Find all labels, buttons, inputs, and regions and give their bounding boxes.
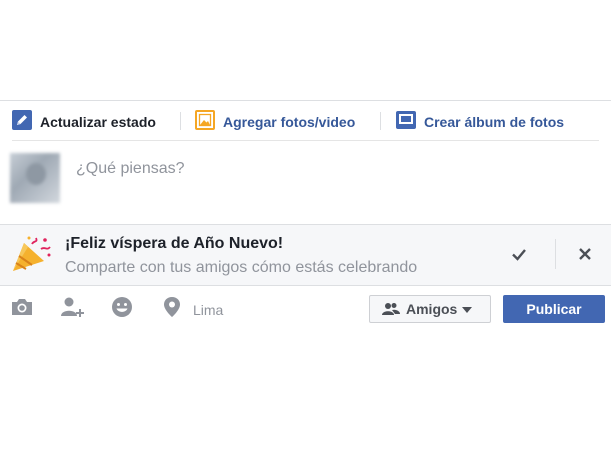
tab-update-status[interactable]: Actualizar estado: [12, 109, 156, 135]
album-icon: [396, 110, 416, 135]
audience-selector-button[interactable]: Amigos: [369, 295, 491, 323]
composer-actions: Lima Amigos Publicar: [0, 286, 611, 331]
check-icon[interactable]: [508, 243, 530, 265]
banner-subtitle[interactable]: Comparte con tus amigos cómo estás celeb…: [65, 259, 417, 277]
smiley-icon[interactable]: [110, 296, 134, 318]
banner-title: ¡Feliz víspera de Año Nuevo!: [65, 235, 284, 252]
tab-divider: [180, 112, 181, 130]
post-composer: Actualizar estado Agregar fotos/video Cr…: [0, 100, 611, 330]
close-icon[interactable]: [574, 243, 596, 265]
new-year-banner: ¡Feliz víspera de Año Nuevo! Comparte co…: [0, 224, 611, 286]
composer-tabs: Actualizar estado Agregar fotos/video Cr…: [0, 101, 611, 141]
party-popper-icon: [10, 235, 54, 275]
tab-divider: [380, 112, 381, 130]
tab-add-photos[interactable]: Agregar fotos/video: [195, 109, 356, 135]
tab-update-status-label: Actualizar estado: [40, 114, 156, 130]
camera-icon[interactable]: [10, 296, 34, 318]
location-label[interactable]: Lima: [193, 302, 223, 318]
tab-add-photos-label: Agregar fotos/video: [223, 114, 356, 130]
tabs-divider-line: [12, 140, 599, 141]
location-pin-icon[interactable]: [162, 296, 186, 318]
avatar: [10, 153, 60, 203]
publish-button[interactable]: Publicar: [503, 295, 605, 323]
pencil-icon: [12, 109, 32, 135]
tab-create-album[interactable]: Crear álbum de fotos: [396, 110, 565, 135]
caret-down-icon: [462, 300, 473, 318]
tab-create-album-label: Crear álbum de fotos: [424, 114, 565, 130]
photo-icon: [195, 109, 215, 135]
audience-label: Amigos: [406, 301, 458, 317]
banner-divider: [555, 239, 556, 269]
friends-icon: [382, 302, 400, 316]
tag-friends-icon[interactable]: [60, 296, 84, 318]
status-input[interactable]: [76, 157, 576, 181]
